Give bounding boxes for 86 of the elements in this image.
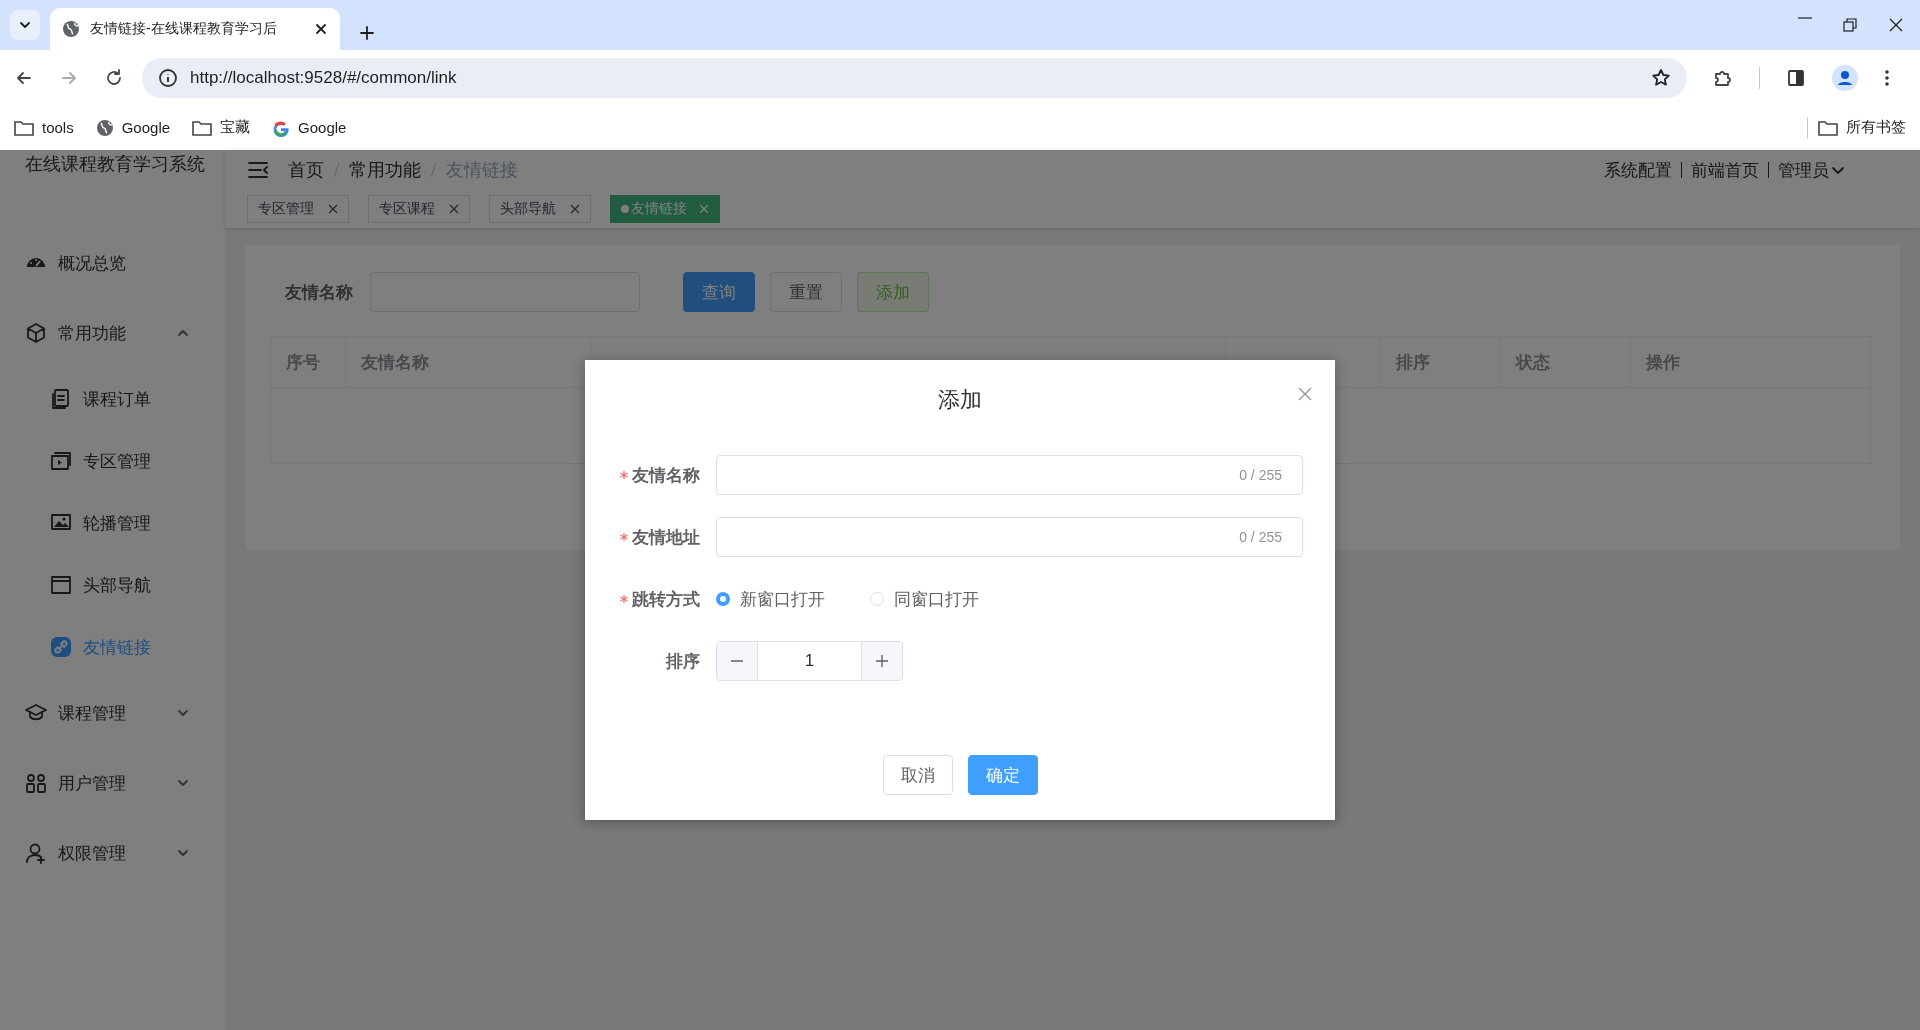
radio-option[interactable]: 新窗口打开 xyxy=(716,587,825,611)
bookmark-item[interactable]: Google xyxy=(95,118,171,137)
close-icon[interactable] xyxy=(570,204,580,214)
users-icon xyxy=(25,772,47,794)
dialog-button[interactable]: 确定 xyxy=(967,755,1038,795)
menu-icon xyxy=(248,161,268,179)
new-tab-button[interactable] xyxy=(358,24,376,42)
reload-button[interactable] xyxy=(104,67,124,88)
app-title: 在线课程教育学习系统 xyxy=(24,153,206,176)
plus-icon xyxy=(358,24,376,42)
dialog-button[interactable]: 取消 xyxy=(882,755,953,795)
sidebar-item[interactable]: 课程管理 xyxy=(0,678,225,748)
close-window-button[interactable] xyxy=(1888,17,1904,33)
action-button[interactable]: 重置 xyxy=(770,272,842,312)
sidebar-item[interactable]: 权限管理 xyxy=(0,818,225,888)
sidebar-item[interactable]: 专区管理 xyxy=(0,430,225,492)
close-icon xyxy=(1888,17,1904,33)
minimize-icon xyxy=(1798,17,1812,19)
close-tab-button[interactable] xyxy=(314,22,328,36)
bookmark-item[interactable]: tools xyxy=(14,119,74,136)
character-counter: 0 / 255 xyxy=(1239,467,1282,483)
reload-icon xyxy=(104,67,124,88)
restore-button[interactable] xyxy=(1842,17,1858,33)
cube-icon xyxy=(25,322,47,344)
menu-button[interactable] xyxy=(1884,67,1890,88)
folder-icon xyxy=(14,119,34,136)
user-menu[interactable]: 管理员 xyxy=(1778,158,1845,182)
user-add-icon xyxy=(25,842,47,864)
more-icon xyxy=(1884,67,1890,88)
increment-button[interactable] xyxy=(862,642,902,680)
video-icon xyxy=(50,450,72,472)
globe-icon xyxy=(95,118,114,137)
breadcrumb-link[interactable]: 常用功能 xyxy=(349,158,421,182)
tab-tag[interactable]: 专区课程 xyxy=(368,195,470,223)
field-label: 友情名称 xyxy=(632,464,700,487)
field-label: 排序 xyxy=(666,650,700,673)
field-label: 友情名称 xyxy=(285,281,354,304)
sidebar-item[interactable]: 头部导航 xyxy=(0,554,225,616)
all-bookmarks-button[interactable]: 所有书签 xyxy=(1818,118,1906,137)
close-icon xyxy=(1297,386,1313,402)
sidebar-item[interactable]: 课程订单 xyxy=(0,368,225,430)
menu-toggle-button[interactable] xyxy=(248,161,268,179)
browser-tab[interactable]: 友情链接-在线课程教育学习后 xyxy=(50,8,340,50)
input-field[interactable]: 0 / 255 xyxy=(716,455,1303,495)
close-icon[interactable] xyxy=(449,204,459,214)
info-icon xyxy=(158,67,178,88)
header-link[interactable]: 前端首页 xyxy=(1691,158,1759,182)
address-bar[interactable]: http://localhost:9528/#/common/link xyxy=(142,57,1687,98)
dialog-title: 添加 xyxy=(938,386,982,414)
tab-list-button[interactable] xyxy=(10,10,40,40)
bookmark-button[interactable] xyxy=(1651,67,1671,88)
breadcrumb-link[interactable]: 首页 xyxy=(288,158,324,182)
sidebar-item[interactable]: 常用功能 xyxy=(0,298,225,368)
field-label: 跳转方式 xyxy=(632,588,700,611)
profile-icon xyxy=(1832,64,1858,91)
input-field[interactable]: 0 / 255 xyxy=(716,517,1303,557)
status-dot xyxy=(621,205,629,213)
close-icon[interactable] xyxy=(328,204,338,214)
profile-button[interactable] xyxy=(1832,64,1858,91)
character-counter: 0 / 255 xyxy=(1239,529,1282,545)
field-label: 友情地址 xyxy=(632,526,700,549)
bookmark-item[interactable]: 宝藏 xyxy=(192,118,251,137)
side-panel-icon xyxy=(1786,67,1806,88)
folder-icon xyxy=(192,119,213,136)
globe-icon xyxy=(62,20,80,38)
folder-icon xyxy=(1818,119,1838,136)
google-icon xyxy=(272,118,291,137)
link-icon xyxy=(50,636,72,658)
document-icon xyxy=(50,388,72,410)
sidebar-item[interactable]: 用户管理 xyxy=(0,748,225,818)
tab-tag[interactable]: 头部导航 xyxy=(489,195,591,223)
bookmark-item[interactable]: Google xyxy=(272,118,347,137)
header-link[interactable]: 系统配置 xyxy=(1604,158,1672,182)
sidebar-item[interactable]: 概况总览 xyxy=(0,228,225,298)
plus-icon xyxy=(875,654,889,668)
radio-option[interactable]: 同窗口打开 xyxy=(870,587,979,611)
radio-button[interactable] xyxy=(716,592,730,606)
restore-icon xyxy=(1842,17,1858,33)
side-panel-button[interactable] xyxy=(1786,67,1806,88)
close-button[interactable] xyxy=(1297,386,1313,402)
window-icon xyxy=(50,574,72,596)
tab-tag[interactable]: 专区管理 xyxy=(247,195,349,223)
sidebar-item[interactable]: 轮播管理 xyxy=(0,492,225,554)
number-stepper[interactable]: 1 xyxy=(716,641,903,681)
close-icon xyxy=(314,22,328,36)
star-icon xyxy=(1651,67,1671,88)
